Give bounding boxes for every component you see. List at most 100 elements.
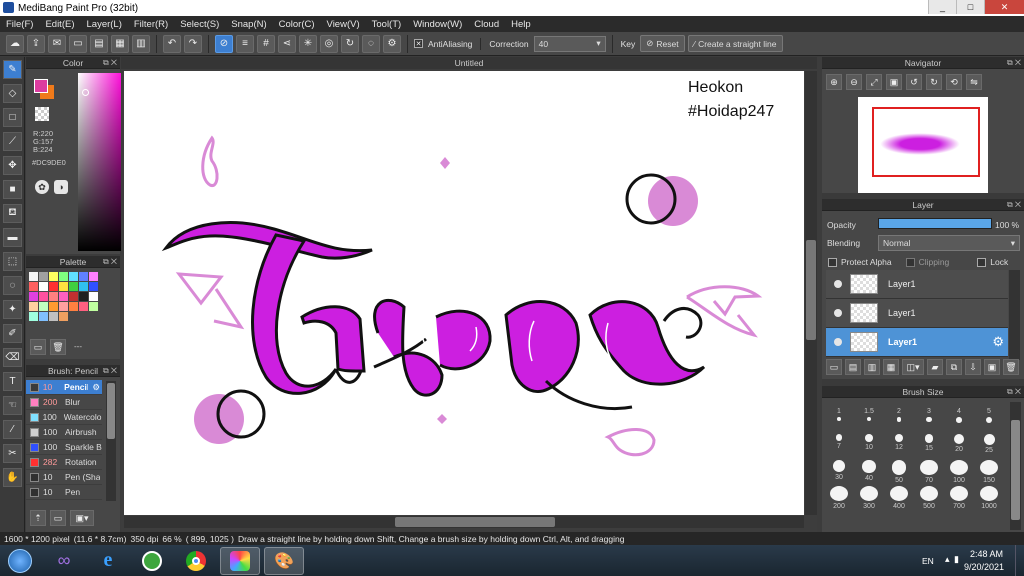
layer-row[interactable]: Layer1 (826, 270, 1008, 299)
close-button[interactable]: ✕ (984, 0, 1024, 14)
operation-tool-icon[interactable]: ☜ (3, 396, 22, 415)
canvas-paper[interactable]: Heokon #Hoidap247 (124, 71, 804, 515)
palette-swatch[interactable] (79, 272, 88, 281)
palette-swatch[interactable] (59, 302, 68, 311)
primary-color-swatch[interactable] (34, 79, 48, 93)
start-button[interactable] (0, 547, 40, 575)
brush-size-cell[interactable]: 200 (824, 486, 854, 510)
brush-size-cell[interactable]: 5 (974, 408, 1004, 432)
brush-size-cell[interactable]: 30 (824, 460, 854, 484)
bucket-tool-icon[interactable]: ⛾ (3, 204, 22, 223)
palette-swatch[interactable] (29, 292, 38, 301)
visibility-eye-icon[interactable] (834, 280, 842, 288)
brush-size-cell[interactable]: 2 (884, 408, 914, 432)
brush-size-cell[interactable]: 1.5 (854, 408, 884, 432)
brush-item[interactable]: 10 Pen (Sha (26, 470, 102, 485)
reset-button[interactable]: ⊘ Reset (640, 35, 685, 52)
brush-settings-icon[interactable]: ⚙ (92, 382, 100, 393)
new-halftone-layer-icon[interactable]: ▤ (845, 359, 861, 375)
select-eraser-tool-icon[interactable]: ⌫ (3, 348, 22, 367)
language-indicator[interactable]: EN (922, 556, 934, 566)
palette-delete-icon[interactable]: 🗑 (50, 339, 66, 355)
brush-add-icon[interactable]: ⇡ (30, 510, 46, 526)
brush-size-cell[interactable]: 150 (974, 460, 1004, 484)
menu-snap[interactable]: Snap(N) (225, 19, 272, 30)
menu-select[interactable]: Select(S) (174, 19, 225, 30)
dot-tool-icon[interactable]: □ (3, 108, 22, 127)
palette-swatch[interactable] (59, 312, 68, 321)
palette-swatch[interactable] (39, 272, 48, 281)
taskbar-visual-studio[interactable]: ∞ (44, 547, 84, 575)
tray-arrow-icon[interactable]: ▴ (945, 554, 950, 565)
brush-size-cell[interactable]: 100 (944, 460, 974, 484)
panel-close-icon[interactable]: ⧉ ✕ (1007, 386, 1021, 398)
palette-swatch[interactable] (69, 302, 78, 311)
divide-tool-icon[interactable]: ✂ (3, 444, 22, 463)
lock-checkbox[interactable] (977, 257, 987, 267)
menu-file[interactable]: File(F) (0, 19, 39, 30)
palette-swatch[interactable] (49, 282, 58, 291)
share-icon[interactable]: ⇪ (27, 34, 45, 53)
straight-line-button[interactable]: ⁄ Create a straight line (687, 35, 783, 52)
layer-settings-icon[interactable]: ▣ (984, 359, 1000, 375)
panel-close-icon[interactable]: ⧉ ✕ (103, 256, 117, 268)
fit-window-icon[interactable]: ⤢ (866, 74, 882, 90)
actual-size-icon[interactable]: ▣ (886, 74, 902, 90)
brush-size-cell[interactable]: 20 (944, 434, 974, 458)
color-palette-icon[interactable]: ◑ (54, 180, 68, 194)
select-tool-icon[interactable]: ⬚ (3, 252, 22, 271)
network-icon[interactable]: ▮ (954, 554, 959, 565)
clipping-checkbox[interactable] (905, 257, 915, 267)
palette-swatch[interactable] (49, 312, 58, 321)
circle-snap-icon[interactable]: ◎ (320, 34, 338, 53)
new-8bit-layer-icon[interactable]: ▥ (864, 359, 880, 375)
gradient-tool-icon[interactable]: ▬ (3, 228, 22, 247)
brush-new-icon[interactable]: ▭ (50, 510, 66, 526)
parallel-snap-icon[interactable]: ≡ (236, 34, 254, 53)
brush-size-cell[interactable]: 70 (914, 460, 944, 484)
folder-icon[interactable]: ▰ (927, 359, 943, 375)
visibility-eye-icon[interactable] (834, 309, 842, 317)
opacity-slider[interactable] (878, 218, 992, 229)
palette-swatch[interactable] (59, 282, 68, 291)
brush-size-scroll-thumb[interactable] (1011, 420, 1020, 520)
brush-size-cell[interactable]: 4 (944, 408, 974, 432)
correction-select[interactable]: 40 ▾ (533, 35, 606, 52)
move-tool-icon[interactable]: ✥ (3, 156, 22, 175)
eyedropper-tool-icon[interactable]: ⁄ (3, 420, 22, 439)
palette-swatch[interactable] (89, 282, 98, 291)
palette-swatch[interactable] (89, 302, 98, 311)
palette-swatch[interactable] (29, 312, 38, 321)
grid-snap-icon[interactable]: # (257, 34, 275, 53)
layer-scrollbar[interactable] (1009, 270, 1020, 360)
menu-cloud[interactable]: Cloud (468, 19, 505, 30)
palette-swatch[interactable] (39, 312, 48, 321)
brush-item[interactable]: 282 Rotation (26, 455, 102, 470)
palette-swatch[interactable] (39, 302, 48, 311)
ellipse-snap-icon[interactable]: ◌ (362, 34, 380, 53)
brush-size-cell[interactable]: 1 (824, 408, 854, 432)
brush-size-cell[interactable]: 400 (884, 486, 914, 510)
brush-scroll-thumb[interactable] (107, 383, 115, 439)
palette-swatch[interactable] (89, 292, 98, 301)
palette-swatch[interactable] (29, 282, 38, 291)
transparent-swatch[interactable] (35, 107, 49, 121)
brush-menu-icon[interactable]: ▣▾ (70, 510, 94, 526)
document-tab[interactable]: Untitled (121, 57, 817, 69)
redo-icon[interactable]: ↷ (184, 34, 202, 53)
navigator-preview[interactable] (858, 97, 988, 193)
brush-size-cell[interactable]: 15 (914, 434, 944, 458)
menu-window[interactable]: Window(W) (407, 19, 468, 30)
taskbar-paint[interactable]: 🎨 (264, 546, 304, 575)
hand-tool-icon[interactable]: ✋ (3, 468, 22, 487)
merge-down-icon[interactable]: ⇩ (965, 359, 981, 375)
palette-swatch[interactable] (39, 292, 48, 301)
perspective-snap-icon[interactable]: ⋖ (278, 34, 296, 53)
palette-swatch[interactable] (79, 282, 88, 291)
taskbar-medibang[interactable] (220, 546, 260, 575)
canvas-horizontal-scroll-thumb[interactable] (395, 517, 555, 527)
zoom-in-icon[interactable]: ⊕ (826, 74, 842, 90)
menu-color[interactable]: Color(C) (273, 19, 321, 30)
rotate-right-icon[interactable]: ↻ (926, 74, 942, 90)
duplicate-layer-icon[interactable]: ⧉ (946, 359, 962, 375)
